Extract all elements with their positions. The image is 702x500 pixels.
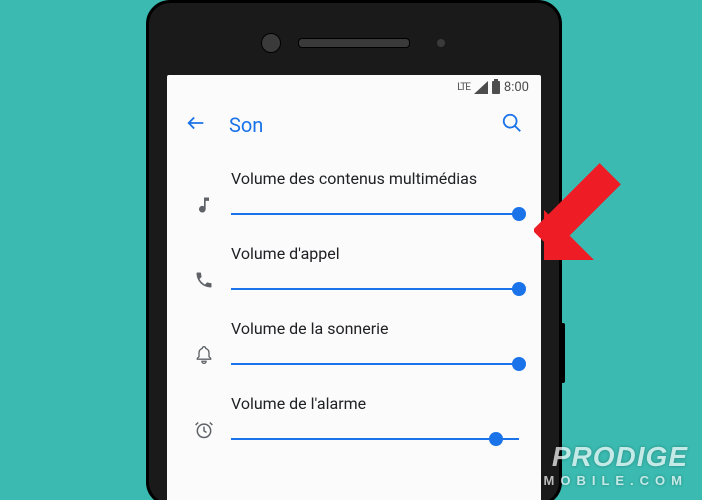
signal-indicator: LTE	[457, 82, 470, 93]
watermark: PRODIGE MOBILE.COM	[544, 441, 689, 488]
signal-icon	[474, 81, 488, 94]
row-alarm-volume: Volume de l'alarme	[167, 380, 541, 455]
proximity-sensor	[437, 39, 445, 47]
media-volume-slider[interactable]	[231, 206, 519, 222]
search-button[interactable]	[501, 112, 523, 138]
watermark-line1: PRODIGE	[544, 441, 689, 473]
alarm-volume-label: Volume de l'alarme	[231, 394, 519, 413]
ring-volume-label: Volume de la sonnerie	[231, 319, 519, 338]
search-icon	[501, 112, 523, 134]
clock: 8:00	[504, 80, 529, 95]
watermark-line2: MOBILE.COM	[544, 473, 689, 488]
power-button	[559, 323, 565, 383]
phone-icon	[185, 244, 223, 290]
app-bar: Son	[167, 99, 541, 151]
row-media-volume: Volume des contenus multimédias	[167, 155, 541, 230]
status-bar: LTE 8:00	[167, 75, 541, 99]
call-volume-label: Volume d'appel	[231, 244, 519, 263]
back-button[interactable]	[185, 112, 207, 138]
phone-frame: LTE 8:00 Son	[146, 0, 562, 500]
row-call-volume: Volume d'appel	[167, 230, 541, 305]
earpiece-speaker	[298, 38, 410, 48]
bell-icon	[185, 319, 223, 365]
front-camera	[261, 33, 281, 53]
alarm-icon	[185, 394, 223, 440]
arrow-left-icon	[185, 112, 207, 134]
battery-icon	[492, 81, 500, 94]
row-ring-volume: Volume de la sonnerie	[167, 305, 541, 380]
alarm-volume-slider[interactable]	[231, 431, 519, 447]
page-title: Son	[229, 113, 479, 137]
media-volume-label: Volume des contenus multimédias	[231, 169, 519, 188]
call-volume-slider[interactable]	[231, 281, 519, 297]
stage: LTE 8:00 Son	[0, 0, 702, 500]
music-note-icon	[185, 169, 223, 215]
screen: LTE 8:00 Son	[167, 75, 541, 500]
ring-volume-slider[interactable]	[231, 356, 519, 372]
settings-list: Volume des contenus multimédias Volume d…	[167, 151, 541, 459]
